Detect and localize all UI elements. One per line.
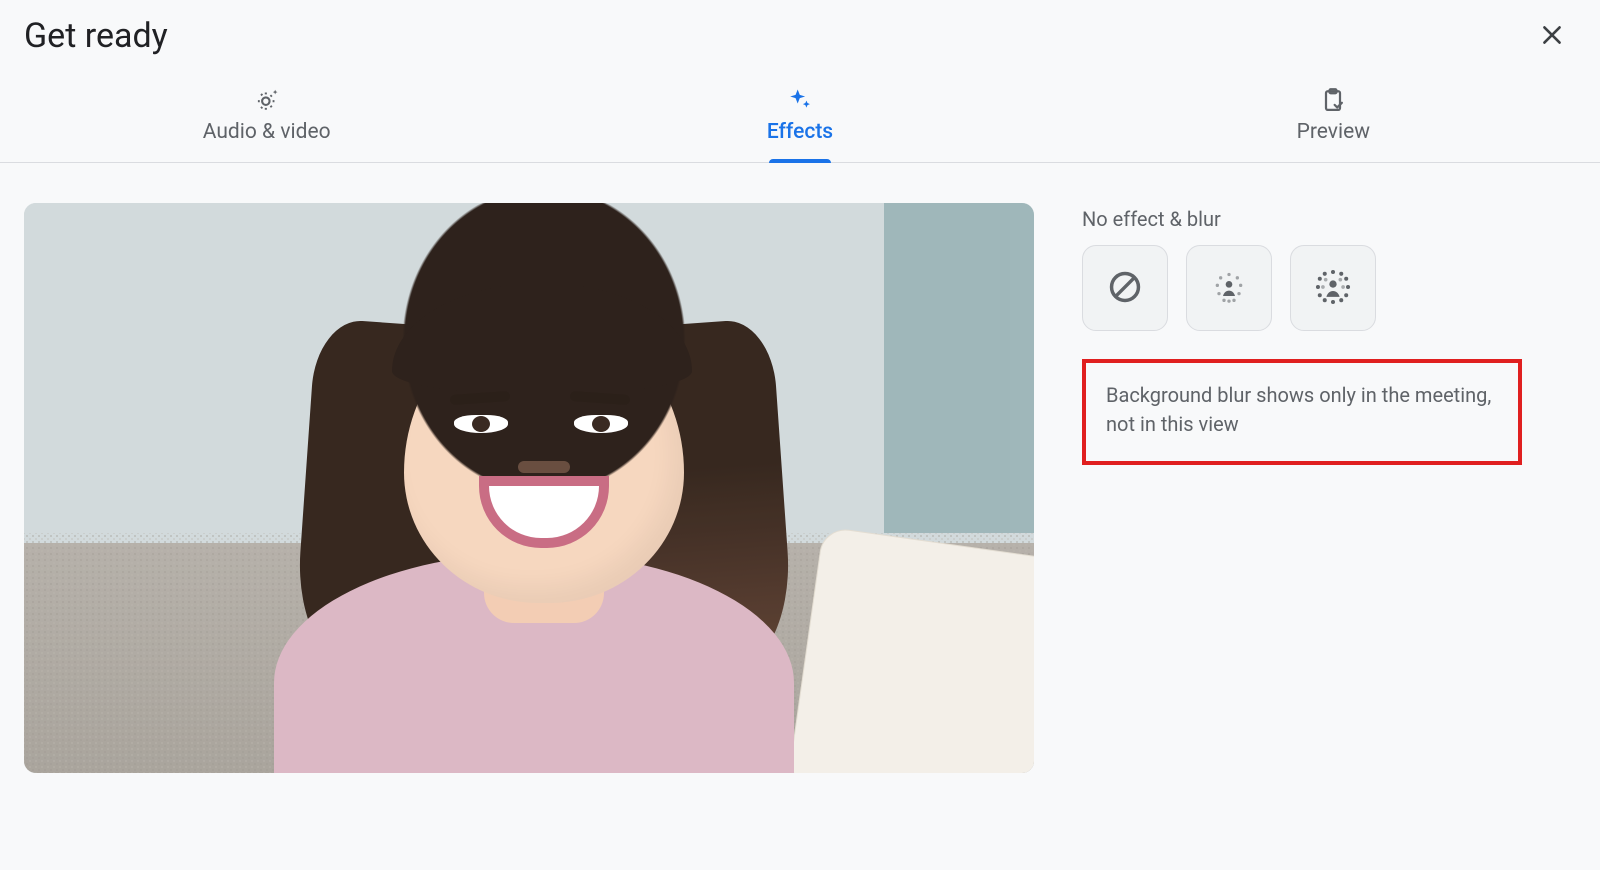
effect-full-blur-button[interactable] bbox=[1290, 245, 1376, 331]
tab-effects[interactable]: Effects bbox=[533, 72, 1066, 162]
tab-bar: Audio & video Effects Preview bbox=[0, 72, 1600, 163]
full-blur-icon bbox=[1311, 265, 1355, 312]
tab-label: Audio & video bbox=[203, 120, 331, 144]
effect-slight-blur-button[interactable] bbox=[1186, 245, 1272, 331]
dialog-title: Get ready bbox=[24, 16, 168, 56]
slight-blur-icon bbox=[1209, 267, 1249, 310]
settings-sparkle-icon bbox=[253, 86, 281, 114]
sparkle-icon bbox=[786, 86, 814, 114]
tab-label: Effects bbox=[767, 120, 833, 144]
preview-person bbox=[154, 213, 914, 773]
tab-label: Preview bbox=[1297, 120, 1370, 144]
effects-section-label: No effect & blur bbox=[1082, 207, 1522, 231]
video-preview bbox=[24, 203, 1034, 773]
content-area: No effect & blur bbox=[0, 163, 1600, 773]
eye-right bbox=[574, 415, 628, 433]
tab-preview[interactable]: Preview bbox=[1067, 72, 1600, 162]
effect-none-button[interactable] bbox=[1082, 245, 1168, 331]
person-nose bbox=[532, 461, 556, 473]
dialog-header: Get ready bbox=[0, 0, 1600, 60]
blur-notice-text: Background blur shows only in the meetin… bbox=[1106, 383, 1491, 436]
no-effect-icon bbox=[1106, 268, 1144, 309]
person-hair bbox=[324, 203, 764, 653]
close-button[interactable] bbox=[1528, 12, 1576, 60]
effects-sidebar: No effect & blur bbox=[1082, 203, 1522, 773]
clipboard-check-icon bbox=[1319, 86, 1347, 114]
effects-row bbox=[1082, 245, 1522, 331]
tab-audio-video[interactable]: Audio & video bbox=[0, 72, 533, 162]
close-icon bbox=[1539, 22, 1565, 51]
blur-notice: Background blur shows only in the meetin… bbox=[1082, 359, 1522, 465]
eye-left bbox=[454, 415, 508, 433]
